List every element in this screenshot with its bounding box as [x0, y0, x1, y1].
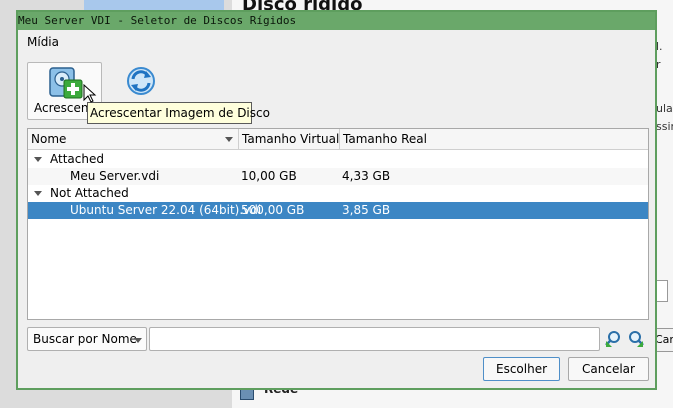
- find-previous-button[interactable]: [604, 330, 622, 348]
- find-previous-icon: [605, 331, 620, 347]
- disk-name: Ubuntu Server 22.04 (64bit).vdi: [70, 203, 262, 217]
- tooltip: Acrescentar Imagem de Disco: [87, 102, 270, 124]
- expand-arrow-icon[interactable]: [34, 191, 42, 196]
- find-next-icon: [629, 331, 644, 347]
- column-header-label: Nome: [31, 132, 67, 146]
- mouse-cursor-icon: [83, 84, 97, 103]
- table-row[interactable]: Meu Server.vdi 10,00 GB 4,33 GB: [28, 168, 648, 185]
- refresh-icon: [127, 67, 155, 95]
- column-header-virtual-size[interactable]: Tamanho Virtual: [239, 129, 340, 149]
- hard-disk-add-icon: [49, 67, 83, 99]
- disk-table: Nome Tamanho Virtual Tamanho Real Attach…: [27, 128, 649, 320]
- table-row-selected[interactable]: Ubuntu Server 22.04 (64bit).vdi 500,00 G…: [28, 202, 648, 219]
- disk-virtual-size: 10,00 GB: [241, 169, 297, 183]
- menu-bar: Mídia: [18, 30, 655, 54]
- disk-virtual-size: 500,00 GB: [241, 203, 305, 217]
- window-title: Meu Server VDI - Seletor de Discos Rígid…: [18, 14, 297, 27]
- group-row-attached[interactable]: Attached: [28, 151, 648, 168]
- choose-button[interactable]: Escolher: [483, 357, 560, 381]
- search-input[interactable]: [149, 327, 600, 351]
- find-next-button[interactable]: [627, 330, 645, 348]
- sort-indicator-icon: [225, 137, 233, 142]
- chevron-down-icon: [134, 338, 142, 343]
- cancel-button[interactable]: Cancelar: [568, 357, 649, 381]
- background-text-fragment: ula: [656, 102, 673, 115]
- group-label: Not Attached: [50, 186, 129, 200]
- group-row-not-attached[interactable]: Not Attached: [28, 185, 648, 202]
- disk-name: Meu Server.vdi: [70, 169, 160, 183]
- title-bar[interactable]: Meu Server VDI - Seletor de Discos Rígid…: [18, 12, 655, 30]
- search-mode-select[interactable]: Buscar por Nome: [27, 327, 147, 351]
- expand-arrow-icon[interactable]: [34, 157, 42, 162]
- column-header-actual-size[interactable]: Tamanho Real: [340, 129, 648, 149]
- search-mode-value: Buscar por Nome: [33, 332, 137, 346]
- disk-actual-size: 4,33 GB: [342, 169, 391, 183]
- column-header-label: Tamanho Virtual: [242, 132, 340, 146]
- menu-media[interactable]: Mídia: [27, 35, 59, 49]
- disk-actual-size: 3,85 GB: [342, 203, 391, 217]
- group-label: Attached: [50, 152, 104, 166]
- hard-disk-selector-dialog: Meu Server VDI - Seletor de Discos Rígid…: [16, 10, 657, 390]
- refresh-button[interactable]: [124, 64, 158, 98]
- column-header-name[interactable]: Nome: [28, 129, 239, 149]
- table-header: Nome Tamanho Virtual Tamanho Real: [28, 129, 648, 150]
- background-text-fragment: ssin: [656, 120, 673, 133]
- column-header-label: Tamanho Real: [343, 132, 427, 146]
